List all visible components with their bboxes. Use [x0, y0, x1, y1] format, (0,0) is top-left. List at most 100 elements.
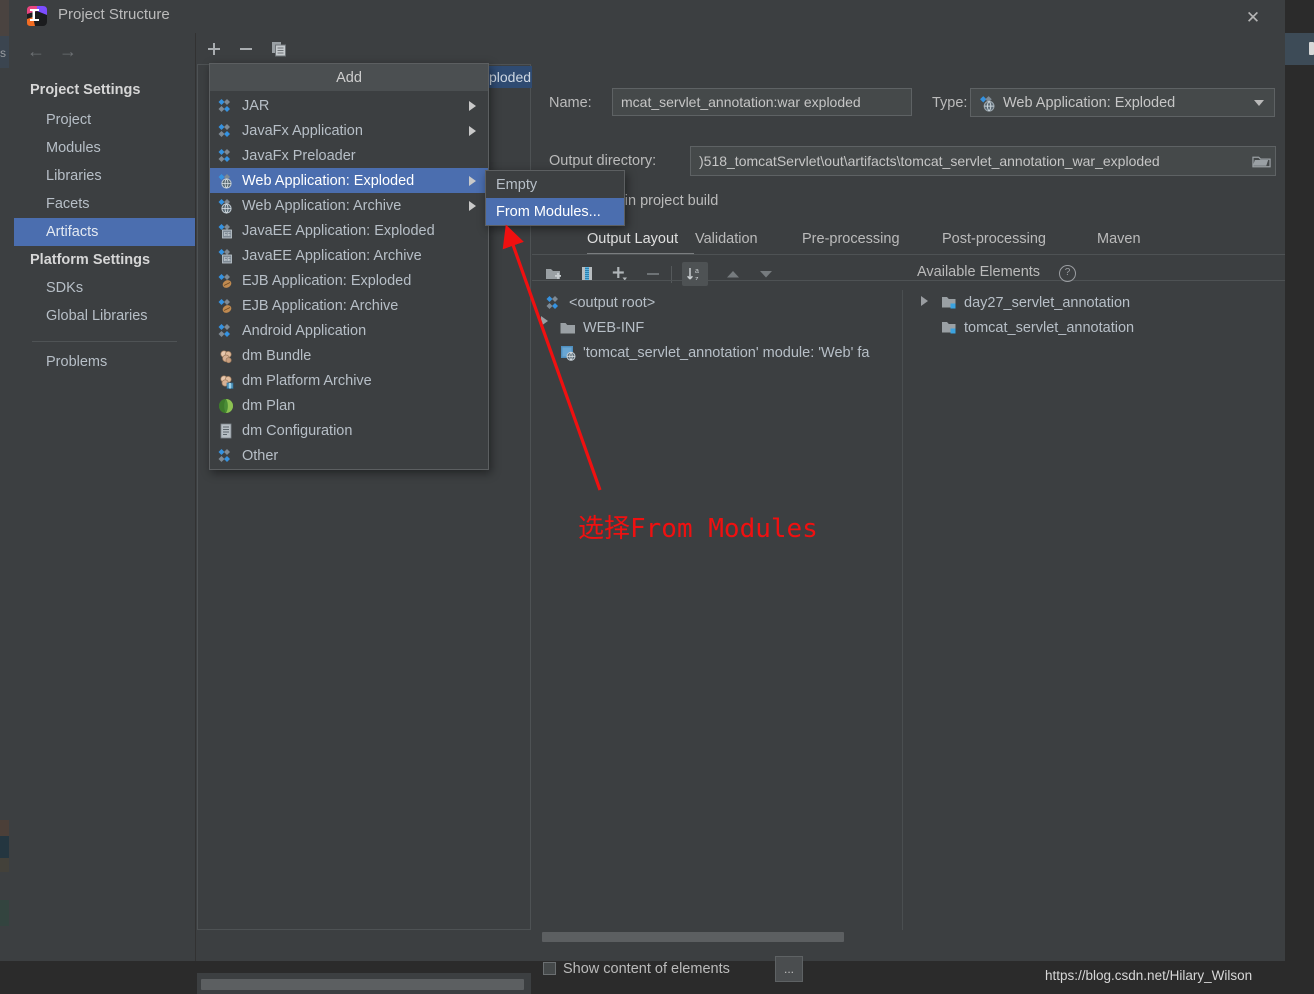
folder-icon[interactable]: [1252, 153, 1271, 169]
panel-splitter[interactable]: [902, 290, 903, 930]
tree-row[interactable]: WEB-INF: [560, 315, 644, 340]
move-up-icon[interactable]: [720, 262, 746, 286]
submenu-item-label: From Modules...: [496, 203, 601, 220]
tree-expand-icon[interactable]: [921, 296, 928, 306]
submenu-item-from-modules[interactable]: From Modules...: [486, 198, 624, 225]
sidebar-item-artifacts[interactable]: Artifacts: [14, 218, 195, 246]
artifacts-hscrollbar-thumb[interactable]: [201, 979, 524, 990]
more-options-button[interactable]: ...: [775, 956, 803, 982]
sidebar-item-problems[interactable]: Problems: [14, 348, 195, 376]
list-item[interactable]: tomcat_servlet_annotation: [941, 315, 1134, 340]
show-content-of-elements-checkbox[interactable]: [543, 962, 556, 975]
menu-item-other[interactable]: Other: [210, 443, 488, 468]
sidebar-divider: [32, 341, 177, 342]
menu-item-label: EJB Application: Archive: [242, 297, 399, 314]
type-combobox[interactable]: Web Application: Exploded: [970, 88, 1275, 117]
layout-hscrollbar-thumb[interactable]: [542, 932, 844, 942]
submenu-arrow-icon: [469, 200, 476, 211]
sidebar-item-modules[interactable]: Modules: [14, 134, 195, 162]
editor-tabs: Output Layout Validation Pre-processing …: [532, 223, 1285, 255]
artifact-icon: [218, 323, 230, 337]
list-item[interactable]: day27_servlet_annotation: [941, 290, 1130, 315]
menu-item-label: JavaEE Application: Archive: [242, 247, 422, 264]
menu-item-dm-plan[interactable]: dm Plan: [210, 393, 488, 418]
menu-item-ejb-application-exploded[interactable]: EJB Application: Exploded: [210, 268, 488, 293]
name-input[interactable]: mcat_servlet_annotation:war exploded: [612, 88, 912, 116]
help-icon[interactable]: ?: [1059, 265, 1076, 282]
show-content-of-elements-label: Show content of elements: [563, 961, 730, 977]
project-structure-dialog: Project Structure ✕ ← → Project Settings…: [14, 0, 1285, 994]
menu-item-dm-bundle[interactable]: dm Bundle: [210, 343, 488, 368]
dm-plan-icon: [219, 398, 233, 413]
menu-item-label: JavaFx Application: [242, 122, 363, 139]
output-directory-input[interactable]: )518_tomcatServlet\out\artifacts\tomcat_…: [690, 146, 1276, 176]
tree-row[interactable]: 'tomcat_servlet_annotation' module: 'Web…: [560, 340, 869, 365]
add-copy-icon[interactable]: [607, 262, 633, 286]
sidebar-item-label: Problems: [46, 354, 108, 370]
output-directory-label: Output directory:: [549, 153, 657, 169]
tab-output-layout[interactable]: Output Layout: [587, 223, 678, 255]
web-artifact-icon: [218, 198, 232, 214]
menu-item-dm-platform-archive[interactable]: dm Platform Archive: [210, 368, 488, 393]
folder-icon: [560, 322, 575, 333]
menu-item-javaee-application-exploded[interactable]: EE JavaEE Application: Exploded: [210, 218, 488, 243]
tab-maven[interactable]: Maven: [1097, 223, 1141, 255]
menu-item-android-application[interactable]: Android Application: [210, 318, 488, 343]
sidebar-item-label: Modules: [46, 140, 101, 156]
sidebar-item-facets[interactable]: Facets: [14, 190, 195, 218]
ejb-artifact-icon: [218, 298, 232, 313]
artifact-icon: [546, 295, 558, 309]
nav-back-icon[interactable]: ←: [24, 41, 48, 61]
copy-artifact-button[interactable]: [267, 37, 291, 61]
bg-accent-3: [0, 820, 9, 836]
tab-pre-processing[interactable]: Pre-processing: [802, 223, 900, 255]
name-label: Name:: [549, 95, 592, 111]
submenu-arrow-icon: [469, 125, 476, 136]
annotation-label: 选择From Modules: [578, 514, 818, 544]
menu-item-ejb-application-archive[interactable]: EJB Application: Archive: [210, 293, 488, 318]
menu-item-web-application-archive[interactable]: Web Application: Archive: [210, 193, 488, 218]
tab-post-processing[interactable]: Post-processing: [942, 223, 1046, 255]
sidebar-item-sdks[interactable]: SDKs: [14, 274, 195, 302]
tab-validation[interactable]: Validation: [695, 223, 758, 255]
ide-background-left: s: [0, 0, 14, 961]
submenu-arrow-icon: [469, 175, 476, 186]
remove-icon[interactable]: [640, 262, 666, 286]
menu-item-label: Other: [242, 447, 279, 464]
remove-artifact-button[interactable]: [234, 37, 258, 61]
web-application-exploded-submenu: Empty From Modules...: [485, 170, 625, 226]
ide-toolbar-widget: [1309, 42, 1314, 55]
add-archive-icon[interactable]: [574, 262, 600, 286]
bg-accent-5: [0, 858, 9, 872]
menu-item-label: Web Application: Archive: [242, 197, 402, 214]
add-artifact-button[interactable]: [202, 37, 226, 61]
menu-item-web-application-exploded[interactable]: Web Application: Exploded: [210, 168, 488, 193]
menu-item-jar[interactable]: JAR: [210, 93, 488, 118]
artifact-editor: Name: mcat_servlet_annotation:war explod…: [532, 33, 1285, 983]
sidebar-item-project[interactable]: Project: [14, 106, 195, 134]
submenu-item-empty[interactable]: Empty: [486, 171, 624, 198]
menu-item-label: dm Platform Archive: [242, 372, 372, 389]
ejb-artifact-icon: [218, 273, 232, 288]
sidebar-group-project-settings: Project Settings: [30, 82, 141, 98]
nav-forward-icon[interactable]: →: [56, 41, 80, 61]
menu-item-dm-configuration[interactable]: dm Configuration: [210, 418, 488, 443]
sidebar-item-libraries[interactable]: Libraries: [14, 162, 195, 190]
menu-item-javaee-application-archive[interactable]: EE JavaEE Application: Archive: [210, 243, 488, 268]
menu-item-label: Web Application: Exploded: [242, 172, 415, 189]
sort-alphabetically-icon[interactable]: a z: [682, 262, 708, 286]
sidebar-item-label: Project: [46, 112, 92, 128]
sidebar-item-global-libraries[interactable]: Global Libraries: [14, 302, 195, 330]
menu-item-javafx-application[interactable]: JavaFx Application: [210, 118, 488, 143]
add-directory-icon[interactable]: [541, 262, 567, 286]
ide-background-right: [1285, 0, 1314, 961]
list-item-label: tomcat_servlet_annotation: [964, 319, 1135, 336]
move-down-icon[interactable]: [753, 262, 779, 286]
web-artifact-icon: [980, 96, 995, 112]
tree-row-label: 'tomcat_servlet_annotation' module: 'Web…: [583, 344, 870, 361]
close-icon[interactable]: ✕: [1240, 4, 1266, 30]
menu-item-javafx-preloader[interactable]: JavaFx Preloader: [210, 143, 488, 168]
tree-row[interactable]: <output root>: [546, 290, 655, 315]
artifact-list-selected-partial: ploded: [489, 66, 532, 88]
tree-expand-icon[interactable]: [541, 316, 548, 326]
